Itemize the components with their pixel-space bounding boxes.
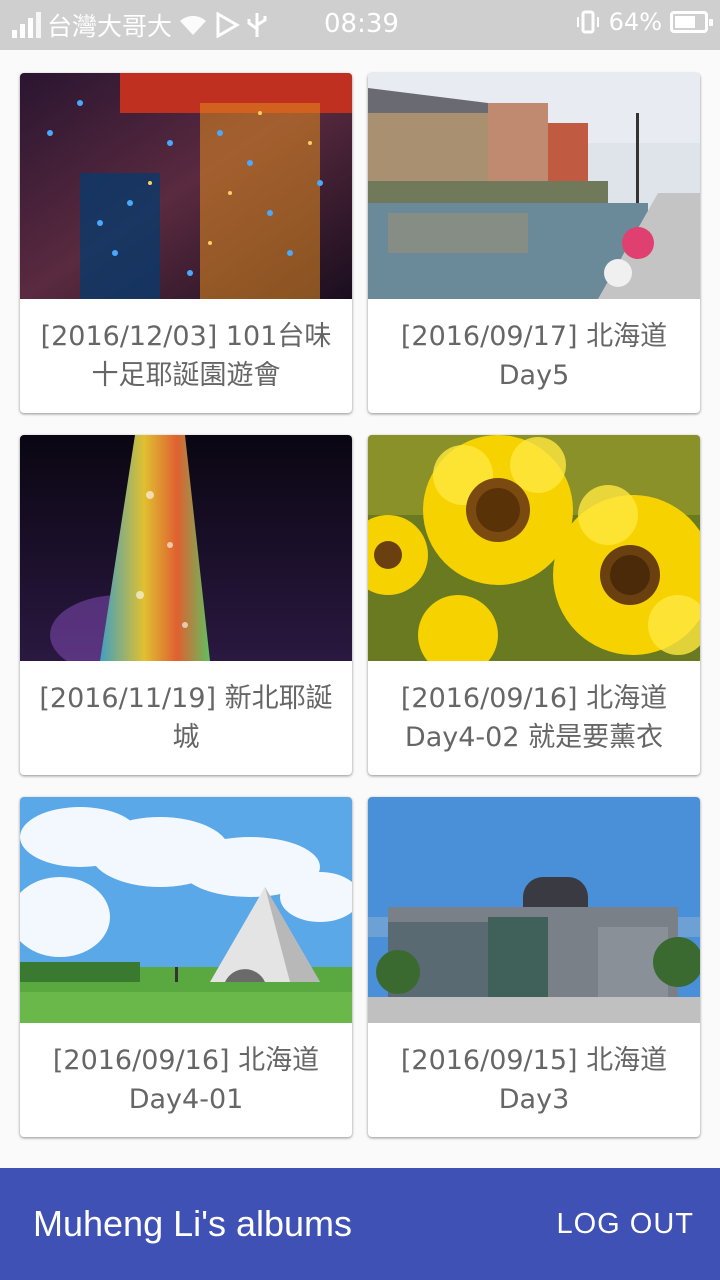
clock: 08:39 [324,9,399,39]
album-title: [2016/09/17] 北海道 Day5 [400,321,668,391]
album-title: [2016/11/19] 新北耶誕城 [39,683,333,753]
album-title: [2016/09/16] 北海道 Day4-01 [52,1045,320,1115]
album-title: [2016/09/16] 北海道 Day4-02 就是要薰衣 [400,683,668,753]
album-card[interactable]: [2016/12/03] 101台味十足耶誕園遊會 [20,73,352,413]
station-building-photo [368,797,700,1023]
usb-icon [247,13,267,37]
album-card[interactable]: [2016/11/19] 新北耶誕城 [20,435,352,775]
carrier-label: 台灣大哥大 [47,12,173,41]
sunflowers-photo [368,435,700,661]
battery-percent: 64% [608,8,662,36]
logout-button[interactable]: LOG OUT [556,1208,694,1241]
status-bar: 台灣大哥大 08:39 64% [0,0,720,50]
album-grid: [2016/12/03] 101台味十足耶誕園遊會 [2016/09/17] 北… [20,73,700,1137]
album-card[interactable]: [2016/09/16] 北海道 Day4-02 就是要薰衣 [368,435,700,775]
pyramid-monument-photo [20,797,352,1023]
album-title: [2016/12/03] 101台味十足耶誕園遊會 [40,321,332,391]
album-card[interactable]: [2016/09/17] 北海道 Day5 [368,73,700,413]
otaru-canal-photo [368,73,700,299]
bottom-app-bar: Muheng Li's albums LOG OUT [0,1168,720,1280]
vibrate-icon [576,10,599,34]
album-title: [2016/09/15] 北海道 Day3 [400,1045,668,1115]
christmas-tree-tower-photo [20,435,352,661]
album-card[interactable]: [2016/09/16] 北海道 Day4-01 [20,797,352,1137]
album-card[interactable]: [2016/09/15] 北海道 Day3 [368,797,700,1137]
battery-icon [670,11,713,33]
signal-icon [12,12,41,38]
christmas-lights-photo [20,73,352,299]
play-store-icon [216,12,241,38]
wifi-icon [180,15,207,35]
page-title: Muheng Li's albums [33,1203,353,1244]
